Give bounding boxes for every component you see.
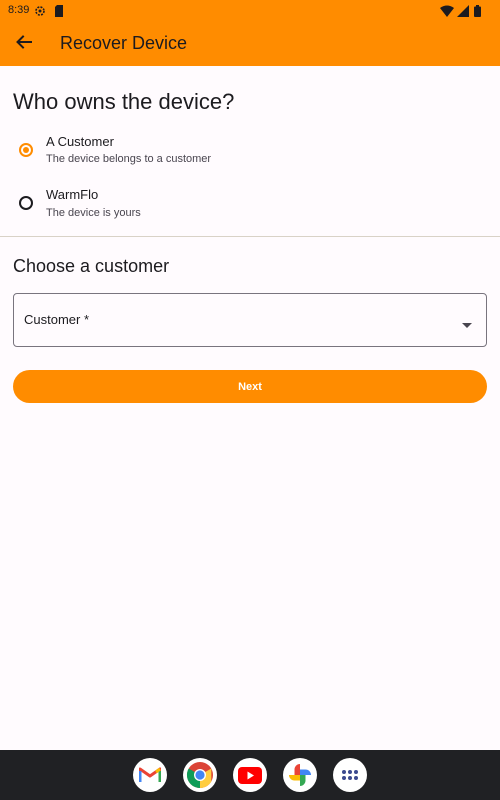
- customer-dropdown[interactable]: Customer *: [13, 293, 487, 347]
- youtube-icon[interactable]: [233, 758, 267, 792]
- app-bar: Recover Device: [0, 22, 500, 66]
- settings-icon: [34, 4, 46, 22]
- signal-icon: [457, 4, 469, 22]
- next-button[interactable]: Next: [13, 370, 487, 403]
- page-title: Recover Device: [60, 33, 188, 53]
- gmail-icon[interactable]: [133, 758, 167, 792]
- divider: [0, 236, 500, 237]
- radio-selected[interactable]: [19, 143, 33, 157]
- radio-unselected[interactable]: [19, 196, 33, 210]
- battery-icon: [474, 4, 481, 22]
- radio-label: WarmFlo: [46, 187, 99, 202]
- sim-card-icon: [54, 4, 64, 22]
- app-drawer-icon[interactable]: [333, 758, 367, 792]
- dropdown-arrow-icon: [462, 316, 472, 334]
- nav-bar: [0, 750, 500, 800]
- status-bar: 8:39: [0, 0, 500, 22]
- section-title: Choose a customer: [13, 256, 170, 276]
- arrow-back-icon: [15, 33, 33, 56]
- back-button[interactable]: [8, 28, 40, 60]
- radio-label: A Customer: [46, 134, 114, 149]
- owner-question: Who owns the device?: [13, 89, 235, 114]
- status-time: 8:39: [8, 4, 30, 16]
- chrome-icon[interactable]: [183, 758, 217, 792]
- radio-option-warmflo[interactable]: WarmFlo The device is yours: [0, 181, 500, 231]
- wifi-icon: [440, 4, 454, 22]
- radio-description: The device belongs to a customer: [46, 153, 212, 165]
- dropdown-label: Customer *: [24, 312, 90, 327]
- radio-description: The device is yours: [46, 207, 141, 219]
- photos-icon[interactable]: [283, 758, 317, 792]
- radio-option-customer[interactable]: A Customer The device belongs to a custo…: [0, 128, 500, 178]
